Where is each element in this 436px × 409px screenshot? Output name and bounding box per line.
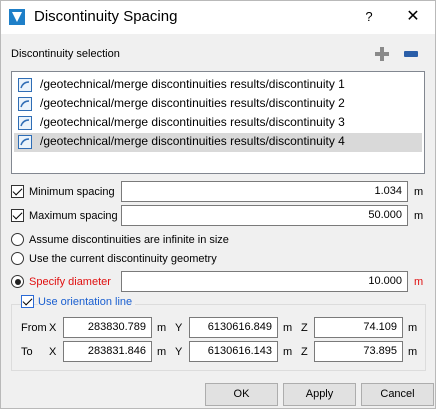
to-label: To bbox=[21, 346, 33, 358]
minimum-spacing-field[interactable]: 1.034 bbox=[121, 181, 408, 202]
to-z-unit: m bbox=[408, 346, 418, 358]
remove-icon[interactable] bbox=[404, 47, 418, 61]
to-z-field[interactable]: 73.895 bbox=[314, 341, 403, 362]
discontinuity-icon bbox=[18, 78, 32, 92]
from-label: From bbox=[21, 322, 47, 334]
diameter-unit: m bbox=[414, 276, 424, 288]
use-orientation-line-checkbox[interactable] bbox=[21, 295, 34, 308]
window-title: Discontinuity Spacing bbox=[34, 8, 178, 25]
minimum-spacing-unit: m bbox=[414, 186, 424, 198]
from-x-field[interactable]: 283830.789 bbox=[63, 317, 152, 338]
title-bar: Discontinuity Spacing ? ✕ bbox=[1, 1, 435, 34]
use-orientation-line-label: Use orientation line bbox=[38, 296, 136, 308]
from-x-label: X bbox=[49, 322, 57, 334]
minimum-spacing-label: Minimum spacing bbox=[29, 186, 115, 198]
list-item[interactable]: /geotechnical/merge discontinuities resu… bbox=[14, 76, 422, 95]
diameter-field[interactable]: 10.000 bbox=[121, 271, 408, 292]
from-z-field[interactable]: 74.109 bbox=[314, 317, 403, 338]
specify-diameter-radio[interactable] bbox=[11, 275, 24, 288]
list-item[interactable]: /geotechnical/merge discontinuities resu… bbox=[14, 114, 422, 133]
maximum-spacing-field[interactable]: 50.000 bbox=[121, 205, 408, 226]
current-geometry-label: Use the current discontinuity geometry bbox=[29, 253, 217, 265]
discontinuity-list[interactable]: /geotechnical/merge discontinuities resu… bbox=[11, 71, 425, 174]
maximum-spacing-label: Maximum spacing bbox=[29, 210, 118, 222]
from-x-unit: m bbox=[157, 322, 167, 334]
infinite-size-label: Assume discontinuities are infinite in s… bbox=[29, 234, 229, 246]
list-item[interactable]: /geotechnical/merge discontinuities resu… bbox=[14, 95, 422, 114]
list-item-label: /geotechnical/merge discontinuities resu… bbox=[40, 77, 345, 91]
to-x-label: X bbox=[49, 346, 57, 358]
apply-button[interactable]: Apply bbox=[283, 383, 356, 406]
discontinuity-icon bbox=[18, 97, 32, 111]
from-y-unit: m bbox=[283, 322, 293, 334]
maximum-spacing-unit: m bbox=[414, 210, 424, 222]
cancel-button[interactable]: Cancel bbox=[361, 383, 434, 406]
to-y-unit: m bbox=[283, 346, 293, 358]
list-item-label: /geotechnical/merge discontinuities resu… bbox=[40, 115, 345, 129]
to-x-unit: m bbox=[157, 346, 167, 358]
infinite-size-radio[interactable] bbox=[11, 233, 24, 246]
app-logo-icon bbox=[9, 9, 25, 25]
from-y-field[interactable]: 6130616.849 bbox=[189, 317, 278, 338]
add-icon[interactable] bbox=[375, 47, 389, 61]
list-item-label: /geotechnical/merge discontinuities resu… bbox=[40, 134, 345, 148]
maximum-spacing-checkbox[interactable] bbox=[11, 209, 24, 222]
to-x-field[interactable]: 283831.846 bbox=[63, 341, 152, 362]
current-geometry-radio[interactable] bbox=[11, 252, 24, 265]
dialog-window: Discontinuity Spacing ? ✕ Discontinuity … bbox=[0, 0, 436, 409]
discontinuity-icon bbox=[18, 116, 32, 130]
discontinuity-selection-label: Discontinuity selection bbox=[11, 48, 120, 60]
from-y-label: Y bbox=[175, 322, 183, 334]
list-item-label: /geotechnical/merge discontinuities resu… bbox=[40, 96, 345, 110]
to-y-label: Y bbox=[175, 346, 183, 358]
from-z-unit: m bbox=[408, 322, 418, 334]
to-z-label: Z bbox=[301, 346, 308, 358]
specify-diameter-label: Specify diameter bbox=[29, 276, 111, 288]
to-y-field[interactable]: 6130616.143 bbox=[189, 341, 278, 362]
from-z-label: Z bbox=[301, 322, 308, 334]
discontinuity-icon bbox=[18, 135, 32, 149]
list-item-selected[interactable]: /geotechnical/merge discontinuities resu… bbox=[14, 133, 422, 152]
minimum-spacing-checkbox[interactable] bbox=[11, 185, 24, 198]
ok-button[interactable]: OK bbox=[205, 383, 278, 406]
help-button[interactable]: ? bbox=[355, 5, 383, 29]
close-button[interactable]: ✕ bbox=[399, 5, 427, 29]
